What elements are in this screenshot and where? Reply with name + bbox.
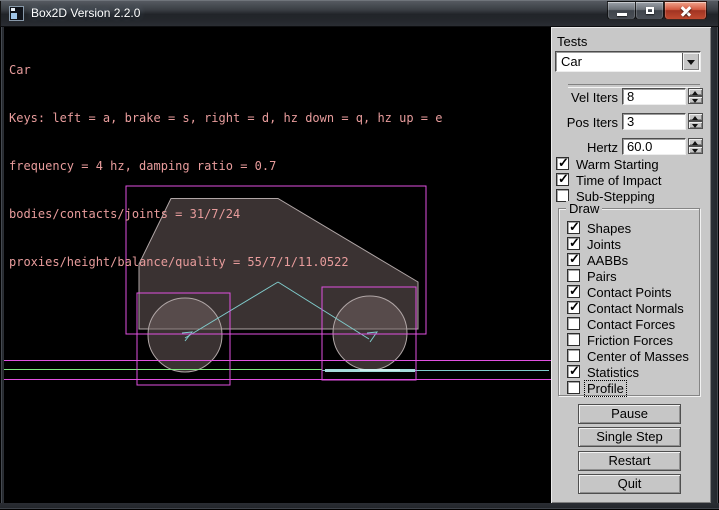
simulation-canvas[interactable]: Car Keys: left = a, brake = s, right = d… xyxy=(4,27,551,503)
titlebar[interactable]: Box2D Version 2.2.0 xyxy=(0,0,719,27)
checkbox-box[interactable] xyxy=(567,269,580,282)
checkbox-box[interactable] xyxy=(567,381,580,394)
chevron-down-icon xyxy=(687,60,695,65)
pos-iters-input[interactable] xyxy=(622,113,686,130)
arrow-down-icon xyxy=(692,99,698,103)
checkbox-box[interactable]: ✓ xyxy=(567,253,580,266)
checkbox-label: Pairs xyxy=(587,269,617,284)
check-icon: ✓ xyxy=(558,155,569,171)
tests-dropdown-button[interactable] xyxy=(682,53,699,70)
hertz-spin-down[interactable] xyxy=(688,146,703,154)
draw-group-title: Draw xyxy=(566,201,602,216)
hud-frequency: frequency = 4 hz, damping ratio = 0.7 xyxy=(9,158,442,174)
arrow-up-icon xyxy=(692,116,698,120)
checkbox-label: AABBs xyxy=(587,253,628,268)
check-icon: ✓ xyxy=(569,219,580,235)
checkbox-box[interactable]: ✓ xyxy=(556,173,569,186)
check-icon: ✓ xyxy=(558,171,569,187)
tests-label: Tests xyxy=(557,34,587,49)
check-icon: ✓ xyxy=(569,251,580,267)
maximize-icon xyxy=(646,7,654,14)
minimize-icon xyxy=(617,13,627,16)
check-icon: ✓ xyxy=(569,235,580,251)
window-border-bottom xyxy=(0,503,719,510)
hertz-label: Hertz xyxy=(557,140,618,155)
checkbox-box[interactable]: ✓ xyxy=(567,301,580,314)
window-border-right xyxy=(711,27,719,503)
minimize-button[interactable] xyxy=(607,1,636,20)
arrow-down-icon xyxy=(692,124,698,128)
draw-group: Draw ✓ Shapes ✓ Joints ✓ AABBs Pairs ✓ C… xyxy=(558,208,700,396)
hertz-input[interactable] xyxy=(622,138,686,155)
checkbox-label: Warm Starting xyxy=(576,157,659,172)
checkbox-label: Time of Impact xyxy=(576,173,661,188)
vel-iters-input[interactable] xyxy=(622,88,686,105)
checkbox-label: Shapes xyxy=(587,221,631,236)
checkbox-box[interactable]: ✓ xyxy=(567,285,580,298)
checkbox-label: Contact Forces xyxy=(587,317,675,332)
checkbox-label: Friction Forces xyxy=(587,333,673,348)
vel-iters-label: Vel Iters xyxy=(557,90,618,105)
pos-iters-spin-down[interactable] xyxy=(688,121,703,129)
close-button[interactable] xyxy=(664,1,707,20)
tests-dropdown[interactable]: Car xyxy=(555,51,701,72)
vel-iters-spinner xyxy=(688,88,703,105)
pos-iters-label: Pos Iters xyxy=(557,115,618,130)
checkbox-box[interactable] xyxy=(567,349,580,362)
hud-keys-help: Keys: left = a, brake = s, right = d, hz… xyxy=(9,110,442,126)
checkbox-label: Center of Masses xyxy=(587,349,689,364)
maximize-button[interactable] xyxy=(635,1,664,20)
quit-button[interactable]: Quit xyxy=(578,474,681,494)
hud-body-stats: bodies/contacts/joints = 31/7/24 xyxy=(9,206,442,222)
tests-dropdown-value: Car xyxy=(561,54,582,69)
single-step-button[interactable]: Single Step xyxy=(578,427,681,447)
checkbox-label: Contact Normals xyxy=(587,301,684,316)
checkbox-box[interactable]: ✓ xyxy=(567,237,580,250)
checkbox-box[interactable] xyxy=(567,317,580,330)
vel-iters-spin-down[interactable] xyxy=(688,96,703,104)
checkbox-label: Statistics xyxy=(587,365,639,380)
check-icon: ✓ xyxy=(569,299,580,315)
checkbox-box[interactable] xyxy=(567,333,580,346)
hud-test-name: Car xyxy=(9,62,442,78)
checkbox-box[interactable]: ✓ xyxy=(567,221,580,234)
pos-iters-spin-up[interactable] xyxy=(688,113,703,121)
arrow-down-icon xyxy=(692,149,698,153)
arrow-up-icon xyxy=(692,141,698,145)
app-window: Box2D Version 2.2.0 xyxy=(0,0,719,510)
window-title: Box2D Version 2.2.0 xyxy=(31,6,140,20)
control-panel: Tests Car Vel Iters Pos Iters Hertz xyxy=(551,27,711,503)
arrow-up-icon xyxy=(692,91,698,95)
hud-proxy-stats: proxies/height/balance/quality = 55/7/1/… xyxy=(9,254,442,270)
debug-text-overlay: Car Keys: left = a, brake = s, right = d… xyxy=(9,30,442,302)
restart-button[interactable]: Restart xyxy=(578,451,681,471)
hertz-spin-up[interactable] xyxy=(688,138,703,146)
checkbox-box[interactable]: ✓ xyxy=(567,365,580,378)
checkbox-label: Contact Points xyxy=(587,285,672,300)
checkbox-label: Profile xyxy=(585,381,626,396)
hertz-spinner xyxy=(688,138,703,155)
check-icon: ✓ xyxy=(569,363,580,379)
vel-iters-spin-up[interactable] xyxy=(688,88,703,96)
pos-iters-spinner xyxy=(688,113,703,130)
app-icon xyxy=(9,6,24,21)
check-icon: ✓ xyxy=(569,283,580,299)
checkbox-label: Joints xyxy=(587,237,621,252)
checkbox-box[interactable]: ✓ xyxy=(556,157,569,170)
pause-button[interactable]: Pause xyxy=(578,404,681,424)
